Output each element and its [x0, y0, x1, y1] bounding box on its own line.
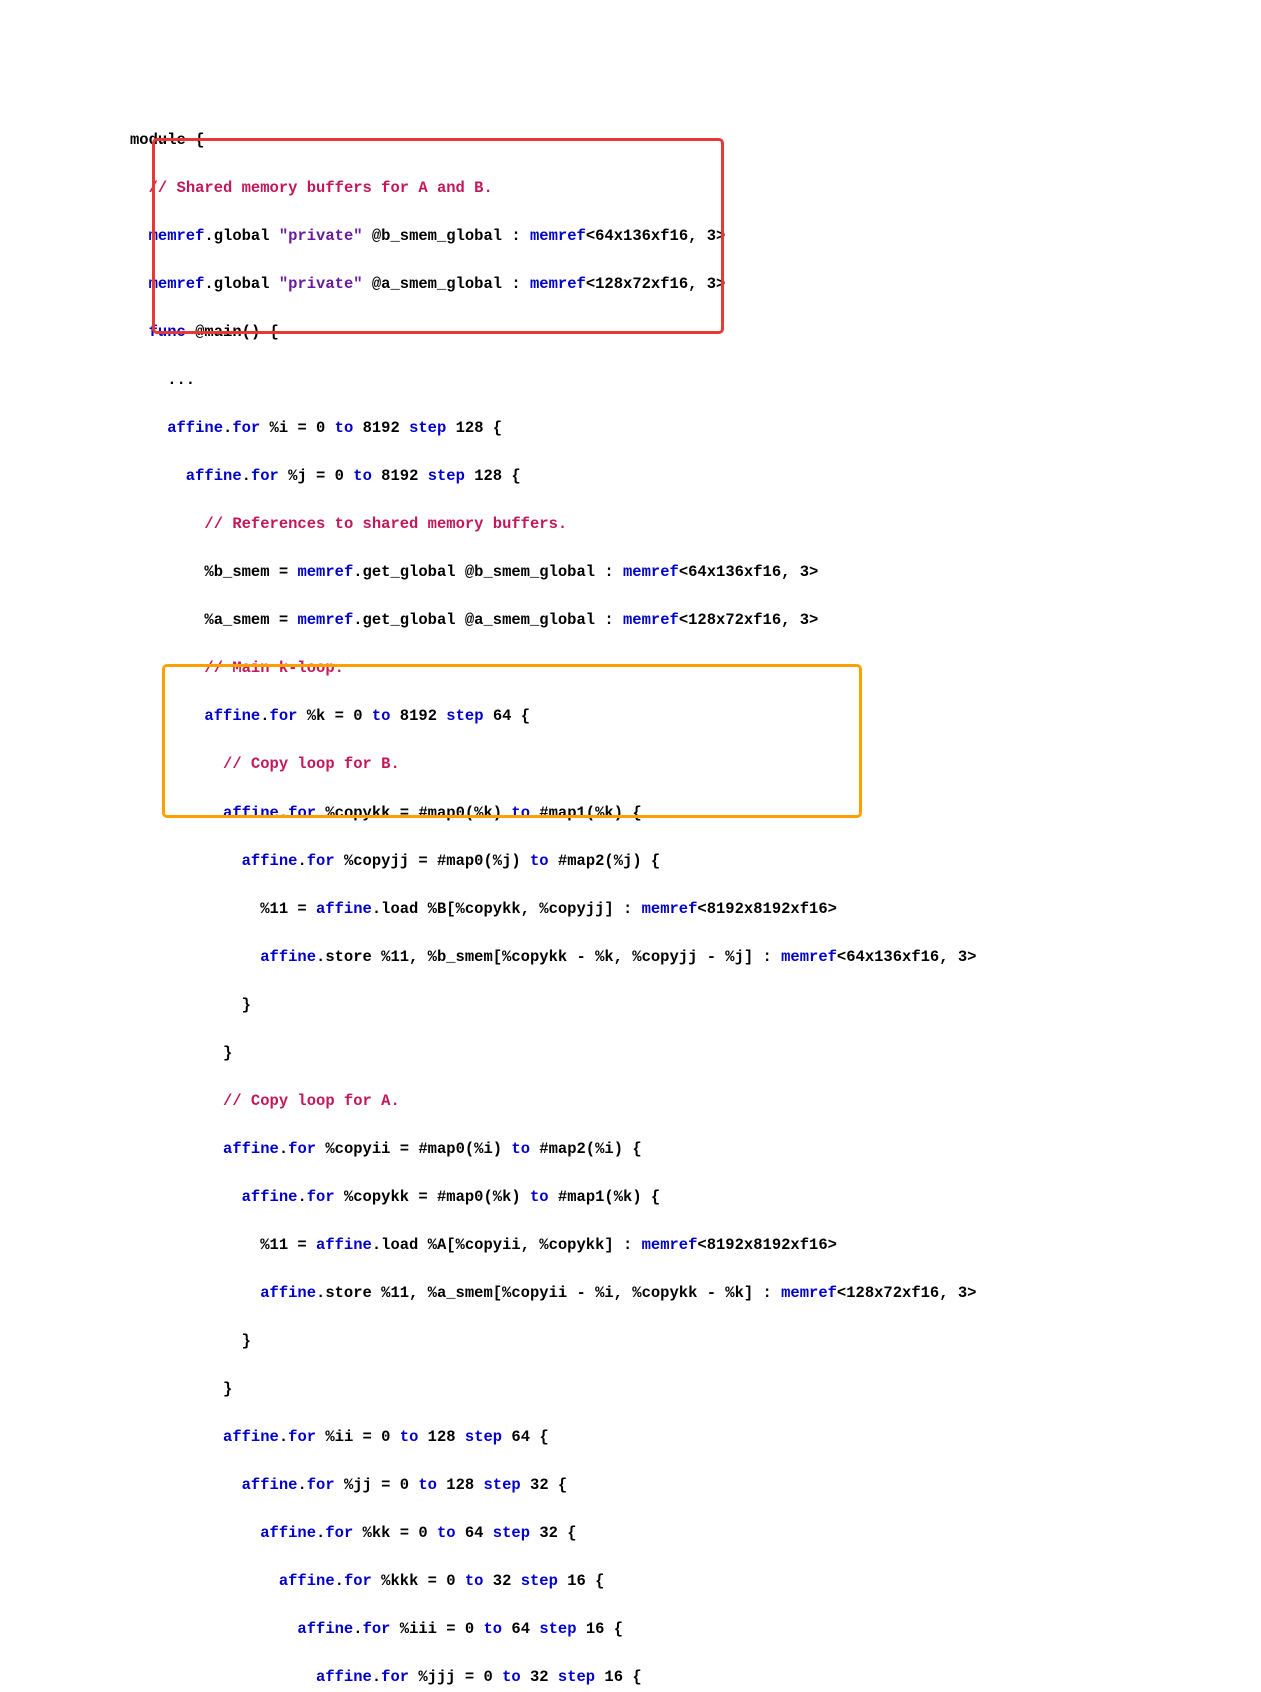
- code-line: // Main k-loop.: [130, 656, 1261, 680]
- code-line: %11 = affine.load %A[%copyii, %copykk] :…: [130, 1233, 1261, 1257]
- code-line: affine.for %iii = 0 to 64 step 16 {: [130, 1617, 1261, 1641]
- code-line: %b_smem = memref.get_global @b_smem_glob…: [130, 560, 1261, 584]
- code-line: affine.for %ii = 0 to 128 step 64 {: [130, 1425, 1261, 1449]
- code-line: affine.for %j = 0 to 8192 step 128 {: [130, 464, 1261, 488]
- code-line: affine.for %i = 0 to 8192 step 128 {: [130, 416, 1261, 440]
- code-line: }: [130, 1041, 1261, 1065]
- code-line: %a_smem = memref.get_global @a_smem_glob…: [130, 608, 1261, 632]
- code-line: affine.store %11, %b_smem[%copykk - %k, …: [130, 945, 1261, 969]
- code-line: memref.global "private" @a_smem_global :…: [130, 272, 1261, 296]
- code-line: // Shared memory buffers for A and B.: [130, 176, 1261, 200]
- code-line: affine.for %copyjj = #map0(%j) to #map2(…: [130, 849, 1261, 873]
- code-line: affine.for %k = 0 to 8192 step 64 {: [130, 704, 1261, 728]
- code-line: memref.global "private" @b_smem_global :…: [130, 224, 1261, 248]
- code-line: // References to shared memory buffers.: [130, 512, 1261, 536]
- code-listing: module { // Shared memory buffers for A …: [130, 104, 1261, 1692]
- code-line: affine.for %copykk = #map0(%k) to #map1(…: [130, 801, 1261, 825]
- code-line: module {: [130, 128, 1261, 152]
- code-line: }: [130, 1329, 1261, 1353]
- code-line: %11 = affine.load %B[%copykk, %copyjj] :…: [130, 897, 1261, 921]
- code-line: ...: [130, 368, 1261, 392]
- code-line: affine.for %jjj = 0 to 32 step 16 {: [130, 1665, 1261, 1689]
- code-line: func @main() {: [130, 320, 1261, 344]
- code-line: }: [130, 993, 1261, 1017]
- code-line: // Copy loop for B.: [130, 752, 1261, 776]
- code-line: affine.for %jj = 0 to 128 step 32 {: [130, 1473, 1261, 1497]
- code-line: affine.for %kkk = 0 to 32 step 16 {: [130, 1569, 1261, 1593]
- code-line: // Copy loop for A.: [130, 1089, 1261, 1113]
- code-line: affine.store %11, %a_smem[%copyii - %i, …: [130, 1281, 1261, 1305]
- code-line: affine.for %kk = 0 to 64 step 32 {: [130, 1521, 1261, 1545]
- code-line: }: [130, 1377, 1261, 1401]
- code-line: affine.for %copyii = #map0(%i) to #map2(…: [130, 1137, 1261, 1161]
- code-line: affine.for %copykk = #map0(%k) to #map1(…: [130, 1185, 1261, 1209]
